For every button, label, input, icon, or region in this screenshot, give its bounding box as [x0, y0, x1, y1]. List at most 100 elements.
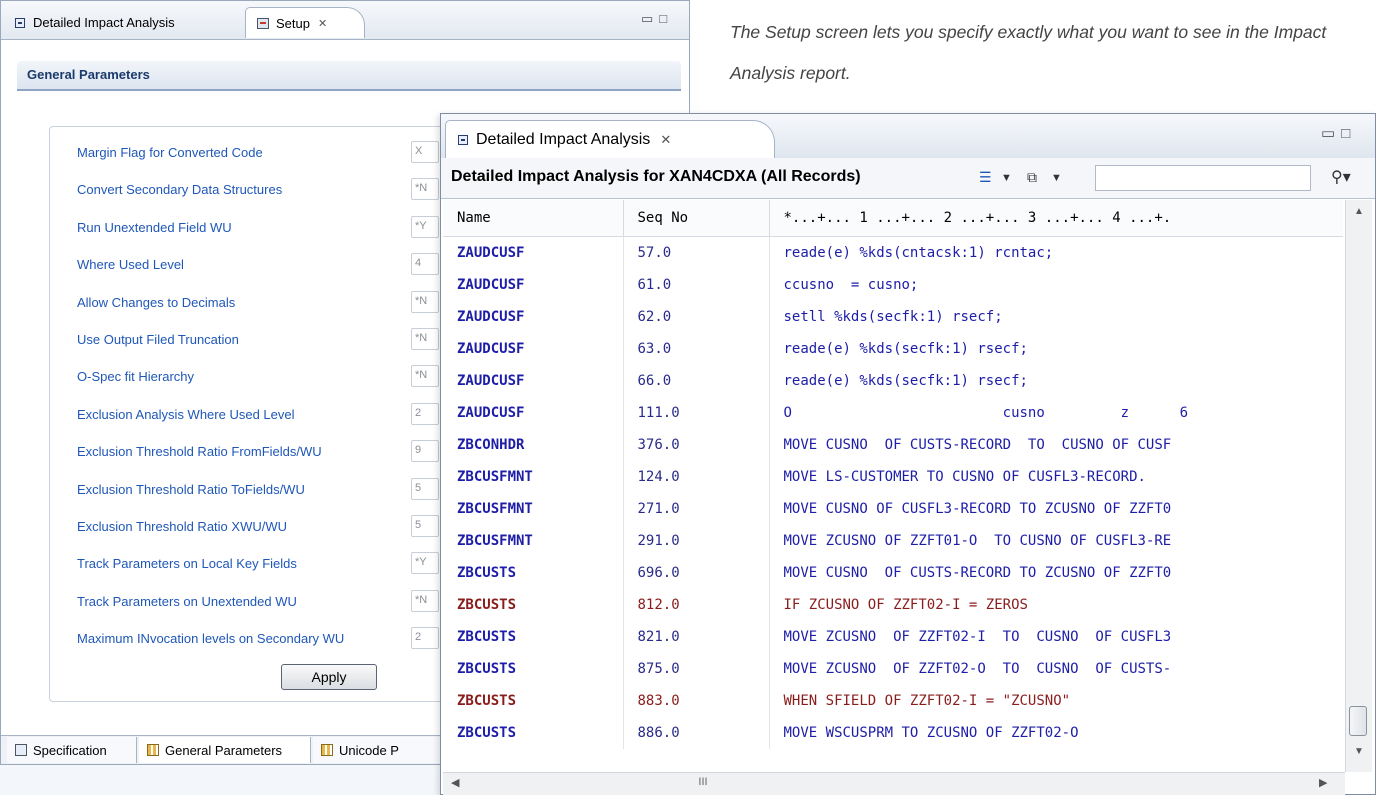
cell-name: ZAUDCUSF	[443, 333, 624, 365]
table-row[interactable]: ZAUDCUSF 66.0 reade(e) %kds(secfk:1) rsecf…	[443, 365, 1343, 397]
maximize-icon[interactable]: □	[1341, 125, 1356, 142]
parameter-value-field[interactable]: 2	[411, 627, 439, 650]
cell-source: ccusno = cusno;	[769, 269, 1343, 301]
cell-seq-no: 812.0	[623, 589, 770, 621]
filter-input[interactable]	[1095, 165, 1311, 191]
binoculars-icon[interactable]: ⚲▾	[1331, 167, 1351, 187]
column-header-name[interactable]: Name	[443, 200, 624, 237]
parameter-value-field[interactable]: 5	[411, 477, 439, 500]
parameter-value-field[interactable]: 9	[411, 440, 439, 463]
parameter-label: Allow Changes to Decimals	[77, 294, 236, 310]
cell-source: MOVE ZCUSNO OF ZZFT02-O TO CUSNO OF CUST…	[769, 653, 1343, 685]
cell-seq-no: 271.0	[623, 493, 770, 525]
parameter-value-field[interactable]: 5	[411, 515, 439, 537]
table-body: ZAUDCUSF 57.0 reade(e) %kds(cntacsk:1) rcn…	[443, 236, 1343, 749]
parameter-value-field[interactable]: X	[411, 141, 439, 163]
cell-seq-no: 111.0	[623, 397, 770, 429]
tab-specification[interactable]: Specification	[7, 737, 137, 763]
table-row[interactable]: ZAUDCUSF 57.0 reade(e) %kds(cntacsk:1) rcn…	[443, 236, 1343, 269]
tab-detailed-impact-analysis[interactable]: Detailed Impact Analysis	[5, 7, 241, 38]
minimize-icon[interactable]: ▭	[641, 11, 659, 26]
parameter-value-field[interactable]: 4	[411, 253, 439, 276]
scroll-thumb-horizontal[interactable]: III	[463, 776, 943, 791]
scroll-up-icon[interactable]: ▲	[1354, 206, 1364, 217]
cell-name: ZBCUSFMNT	[443, 525, 624, 557]
table-row[interactable]: ZBCUSFMNT 291.0 MOVE ZCUSNO OF ZZFT01-O TO…	[443, 525, 1343, 557]
tab-detailed-impact-analysis-front[interactable]: Detailed Impact Analysis ✕	[445, 120, 775, 158]
tab-label: Detailed Impact Analysis	[33, 15, 175, 30]
table-row[interactable]: ZBCUSTS 821.0 MOVE ZCUSNO OF ZZFT02-I TO C…	[443, 621, 1343, 653]
dropdown-icon[interactable]: ▼	[1051, 172, 1062, 184]
maximize-icon[interactable]: □	[659, 11, 673, 26]
column-header-source[interactable]: *...+... 1 ...+... 2 ...+... 3 ...+... 4…	[769, 200, 1343, 237]
parameter-value-field[interactable]: *N	[411, 178, 439, 201]
parameter-value-field[interactable]: *N	[411, 365, 439, 388]
tab-general-parameters[interactable]: General Parameters	[139, 737, 311, 763]
table-row[interactable]: ZAUDCUSF 111.0 O cusno z 6	[443, 397, 1343, 429]
parameter-value-field[interactable]: *N	[411, 290, 439, 313]
cell-source: reade(e) %kds(secfk:1) rsecf;	[769, 365, 1343, 397]
cell-name: ZAUDCUSF	[443, 269, 624, 301]
table-row[interactable]: ZBCONHDR 376.0 MOVE CUSNO OF CUSTS-RECORD …	[443, 429, 1343, 461]
dropdown-icon[interactable]: ▼	[1001, 172, 1012, 184]
cell-name: ZBCUSTS	[443, 653, 624, 685]
table-row[interactable]: ZAUDCUSF 62.0 setll %kds(secfk:1) rsecf;	[443, 301, 1343, 333]
scroll-thumb[interactable]	[1349, 706, 1367, 736]
cell-source: reade(e) %kds(secfk:1) rsecf;	[769, 333, 1343, 365]
table-row[interactable]: ZBCUSFMNT 271.0 MOVE CUSNO OF CUSFL3-RECOR…	[443, 493, 1343, 525]
apply-button[interactable]: Apply	[281, 664, 377, 690]
window-controls: ▭□	[641, 11, 673, 27]
table-row[interactable]: ZBCUSTS 696.0 MOVE CUSNO OF CUSTS-RECORD T…	[443, 557, 1343, 589]
parameter-label: Track Parameters on Local Key Fields	[77, 556, 297, 572]
caption-text: The Setup screen lets you specify exactl…	[730, 22, 1327, 83]
scroll-down-icon[interactable]: ▼	[1354, 746, 1364, 757]
column-header-seq[interactable]: Seq No	[623, 200, 770, 237]
list-icon[interactable]: ☰	[979, 169, 992, 186]
parameter-value-field[interactable]: *Y	[411, 552, 439, 575]
impact-analysis-window: Detailed Impact Analysis ✕ ▭□ Detailed I…	[440, 113, 1376, 795]
cell-name: ZAUDCUSF	[443, 365, 624, 397]
tab-setup[interactable]: Setup ✕	[245, 7, 365, 38]
parameter-value-field[interactable]: *Y	[411, 215, 439, 238]
results-grid: Name Seq No *...+... 1 ...+... 2 ...+...…	[443, 200, 1343, 772]
tab-unicode[interactable]: Unicode P	[313, 737, 453, 763]
table-row[interactable]: ZAUDCUSF 61.0 ccusno = cusno;	[443, 269, 1343, 301]
cell-name: ZAUDCUSF	[443, 236, 624, 269]
cell-source: WHEN SFIELD OF ZZFT02-I = "ZCUSNO"	[769, 685, 1343, 717]
scroll-left-icon[interactable]: ◀	[451, 776, 459, 789]
table-row[interactable]: ZBCUSTS 886.0 MOVE WSCUSPRM TO ZCUSNO OF Z…	[443, 717, 1343, 749]
table-row[interactable]: ZBCUSTS 875.0 MOVE ZCUSNO OF ZZFT02-O TO C…	[443, 653, 1343, 685]
table-row[interactable]: ZBCUSTS 812.0 IF ZCUSNO OF ZZFT02-I = ZERO…	[443, 589, 1343, 621]
cell-source: reade(e) %kds(cntacsk:1) rcntac;	[769, 236, 1343, 269]
table-header: Name Seq No *...+... 1 ...+... 2 ...+...…	[443, 200, 1343, 237]
parameter-value-field[interactable]: *N	[411, 328, 439, 350]
table-row[interactable]: ZBCUSTS 883.0 WHEN SFIELD OF ZZFT02-I = "Z…	[443, 685, 1343, 717]
report-title: Detailed Impact Analysis for XAN4CDXA (A…	[451, 168, 861, 185]
parameter-value-field[interactable]: *N	[411, 589, 439, 612]
cell-name: ZBCUSTS	[443, 589, 624, 621]
impact-toolbar: Detailed Impact Analysis for XAN4CDXA (A…	[441, 158, 1375, 199]
parameter-label: Use Output Filed Truncation	[77, 332, 239, 347]
cell-name: ZBCUSFMNT	[443, 461, 624, 493]
close-icon[interactable]: ✕	[660, 132, 671, 148]
close-icon[interactable]: ✕	[318, 17, 327, 30]
table-row[interactable]: ZBCUSFMNT 124.0 MOVE LS-CUSTOMER TO CUSNO …	[443, 461, 1343, 493]
tab-label: General Parameters	[165, 742, 283, 758]
cell-seq-no: 66.0	[623, 365, 770, 397]
cell-source: MOVE WSCUSPRM TO ZCUSNO OF ZZFT02-O	[769, 717, 1343, 749]
export-icon[interactable]: ⧉	[1027, 169, 1037, 186]
tab-label: Setup	[276, 15, 310, 31]
scroll-right-icon[interactable]: ▶	[1319, 776, 1327, 789]
cell-seq-no: 124.0	[623, 461, 770, 493]
parameter-label: Convert Secondary Data Structures	[77, 182, 283, 198]
horizontal-scrollbar[interactable]: ◀ III ▶	[443, 772, 1345, 795]
cell-source: MOVE CUSNO OF CUSTS-RECORD TO ZCUSNO OF …	[769, 557, 1343, 589]
cell-seq-no: 886.0	[623, 717, 770, 749]
cell-source: MOVE CUSNO OF CUSFL3-RECORD TO ZCUSNO OF…	[769, 493, 1343, 525]
table-row[interactable]: ZAUDCUSF 63.0 reade(e) %kds(secfk:1) rsecf…	[443, 333, 1343, 365]
minimize-icon[interactable]: ▭	[1321, 125, 1341, 142]
parameter-value-field[interactable]: 2	[411, 402, 439, 425]
parameter-label: Exclusion Threshold Ratio FromFields/WU	[77, 444, 322, 460]
parameter-label: Where Used Level	[77, 257, 184, 273]
vertical-scrollbar[interactable]: ▲ ▼	[1345, 200, 1372, 772]
